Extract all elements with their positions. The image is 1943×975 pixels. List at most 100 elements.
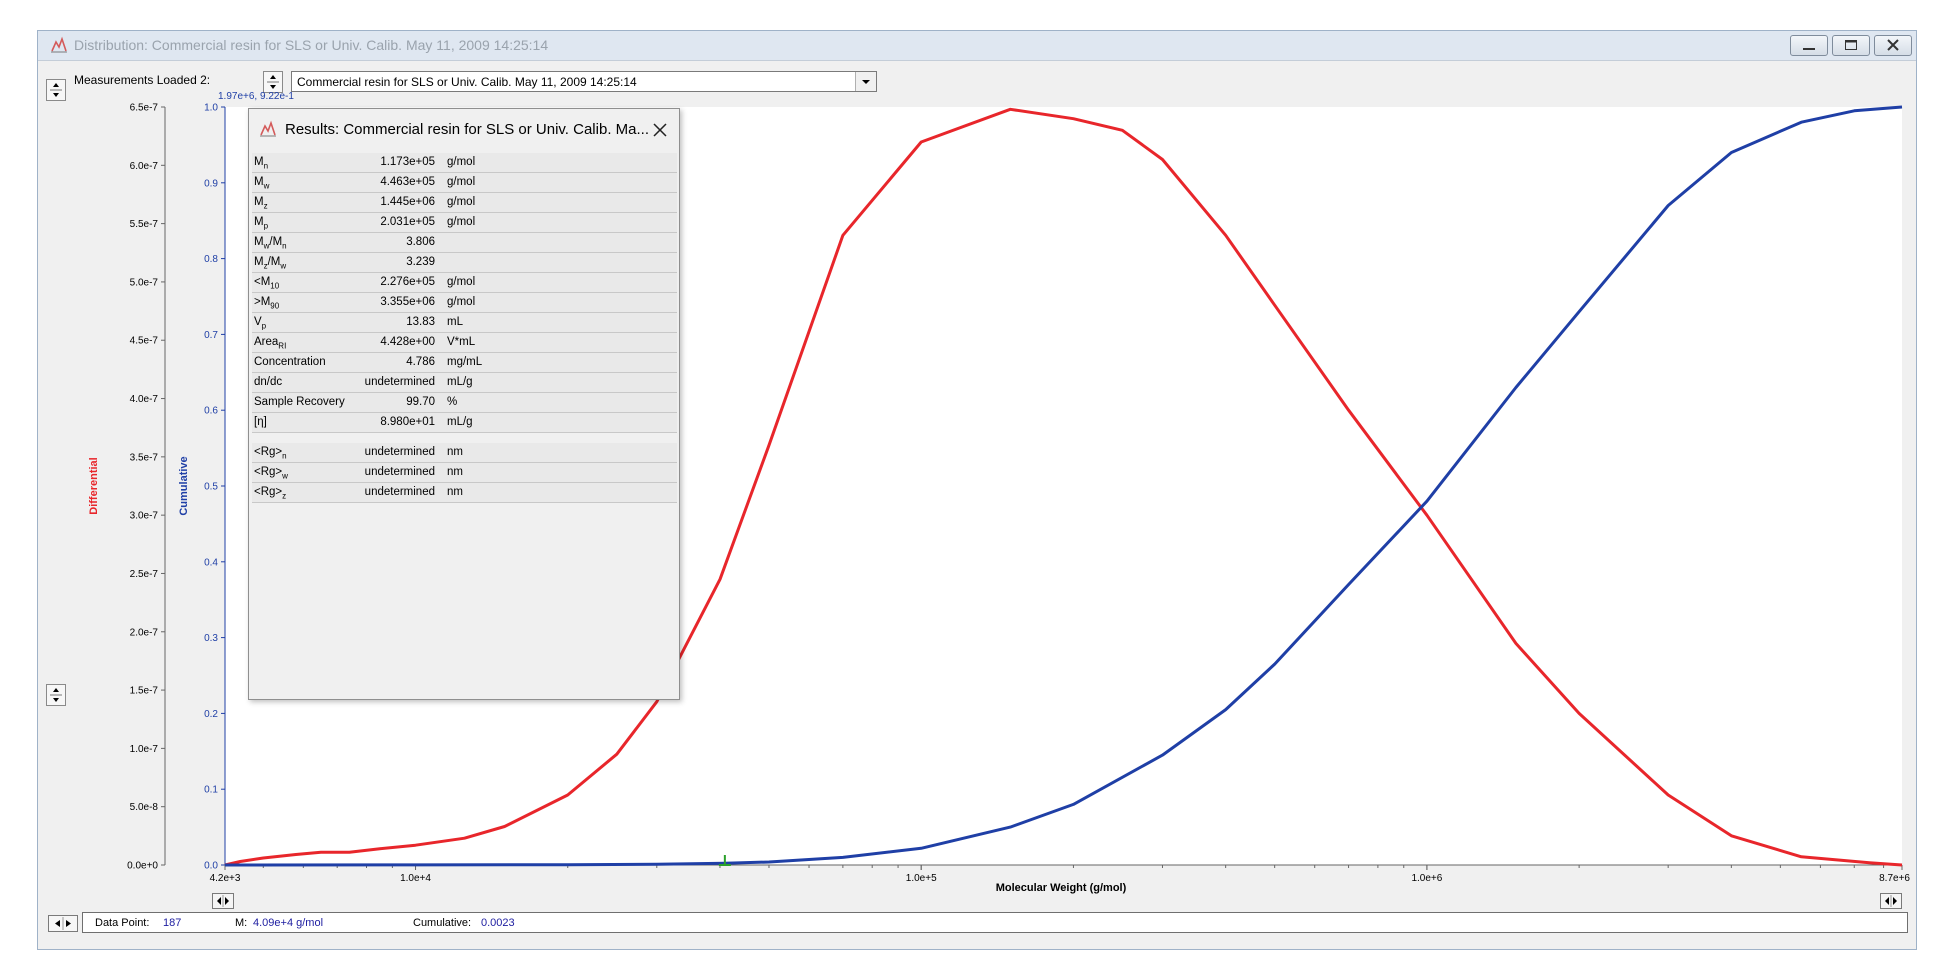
- x-tick-label: 1.0e+5: [906, 873, 937, 884]
- y-right-tick-label: 0.6: [204, 406, 218, 417]
- y-left-tick-label: 3.0e-7: [130, 511, 159, 522]
- results-row: dn/dc undetermined mL/g: [252, 373, 677, 393]
- result-value: 1.445e+06: [380, 196, 435, 208]
- result-unit: %: [447, 396, 458, 408]
- result-unit: mL: [447, 316, 463, 328]
- y-right-tick-label: 0.4: [204, 557, 218, 568]
- y-right-tick-label: 0.3: [204, 633, 218, 644]
- result-unit: mL/g: [447, 416, 473, 428]
- result-unit: nm: [447, 466, 463, 478]
- result-label: <Rg>w: [254, 466, 288, 481]
- y-left-tick-label: 6.5e-7: [130, 103, 159, 114]
- result-label: <Rg>z: [254, 486, 287, 501]
- m-label: M:: [235, 917, 248, 929]
- result-value: 3.355e+06: [380, 296, 435, 308]
- result-value: 4.463e+05: [380, 176, 435, 188]
- result-label: Vp: [254, 316, 267, 331]
- results-row: [η] 8.980e+01 mL/g: [252, 413, 677, 433]
- y-left-tick-label: 4.0e-7: [130, 394, 159, 405]
- result-label: Sample Recovery: [254, 396, 345, 408]
- results-row: Mw/Mn 3.806: [252, 233, 677, 253]
- result-unit: g/mol: [447, 276, 476, 288]
- y-left-tick-label: 0.0e+0: [127, 861, 158, 872]
- result-label: Mp: [254, 216, 269, 231]
- result-unit: g/mol: [447, 196, 476, 208]
- results-spacer: [252, 433, 677, 443]
- result-value: undetermined: [364, 486, 435, 498]
- left-right-arrows-icon: [217, 895, 229, 907]
- y-left-tick-label: 3.5e-7: [130, 452, 159, 463]
- results-table: Mn 1.173e+05 g/mol Mw 4.463e+05 g/mol Mz 1.445e…: [252, 153, 677, 503]
- result-label: dn/dc: [254, 376, 283, 388]
- result-label: Mz/Mw: [254, 256, 287, 271]
- result-label: Concentration: [254, 356, 326, 368]
- y-left-tick-label: 5.5e-7: [130, 219, 159, 230]
- results-header[interactable]: Results: Commercial resin for SLS or Uni…: [249, 109, 679, 149]
- x-scroll-right-arrows[interactable]: [1880, 893, 1902, 909]
- results-row: Mp 2.031e+05 g/mol: [252, 213, 677, 233]
- results-row: Sample Recovery 99.70%: [252, 393, 677, 413]
- cumulative-value: 0.0023: [481, 917, 515, 929]
- y-left-tick-label: 2.5e-7: [130, 569, 159, 580]
- results-row: AreaRI 4.428e+00 V*mL: [252, 333, 677, 353]
- results-row: <Rg>z undetermined nm: [252, 483, 677, 503]
- status-readout: Data Point: 187 M: 4.09e+4 g/mol Cumulat…: [82, 912, 1908, 933]
- y-left-tick-label: 1.0e-7: [130, 744, 159, 755]
- results-row: Mz 1.445e+06 g/mol: [252, 193, 677, 213]
- result-label: <Rg>n: [254, 446, 287, 461]
- result-unit: mL/g: [447, 376, 473, 388]
- cursor-readout: 1.97e+6, 9.22e-1: [218, 91, 294, 102]
- y-right-tick-label: 0.7: [204, 330, 218, 341]
- cumulative-label: Cumulative:: [413, 917, 472, 929]
- m-value: 4.09e+4 g/mol: [253, 917, 324, 929]
- result-value: 2.031e+05: [380, 216, 435, 228]
- result-unit: mg/mL: [447, 356, 483, 368]
- y-right-tick-label: 0.8: [204, 254, 218, 265]
- status-bar: Data Point: 187 M: 4.09e+4 g/mol Cumulat…: [48, 912, 1908, 934]
- results-row: Vp 13.83 mL: [252, 313, 677, 333]
- y-left-tick-label: 4.5e-7: [130, 336, 159, 347]
- y-left-tick-label: 5.0e-8: [130, 802, 159, 813]
- results-row: Mz/Mw 3.239: [252, 253, 677, 273]
- result-label: [η]: [254, 416, 267, 428]
- x-axis-label: Molecular Weight (g/mol): [996, 882, 1127, 894]
- y-left-tick-label: 1.5e-7: [130, 686, 159, 697]
- result-label: AreaRI: [254, 336, 287, 351]
- result-unit: V*mL: [447, 336, 476, 348]
- y-right-tick-label: 0.1: [204, 785, 218, 796]
- results-row: Mw 4.463e+05 g/mol: [252, 173, 677, 193]
- left-right-arrows-icon: [1885, 895, 1897, 907]
- y-right-tick-label: 0.2: [204, 709, 218, 720]
- result-value: undetermined: [364, 446, 435, 458]
- results-row: <Rg>n undetermined nm: [252, 443, 677, 463]
- y-left-tick-label: 6.0e-7: [130, 161, 159, 172]
- result-value: 4.786: [406, 356, 435, 368]
- results-row: <Rg>w undetermined nm: [252, 463, 677, 483]
- close-icon[interactable]: [649, 119, 671, 141]
- result-label: <M10: [254, 276, 280, 291]
- result-label: Mz: [254, 196, 268, 211]
- result-label: Mw: [254, 176, 270, 191]
- result-value: 3.806: [406, 236, 435, 248]
- data-point-nav[interactable]: [48, 915, 78, 932]
- result-value: undetermined: [364, 466, 435, 478]
- results-row: Mn 1.173e+05 g/mol: [252, 153, 677, 173]
- y-axis-label-differential: Differential: [88, 457, 100, 514]
- data-point-label: Data Point:: [95, 917, 150, 929]
- result-unit: g/mol: [447, 296, 476, 308]
- left-right-arrows-icon: [55, 917, 71, 930]
- y-right-tick-label: 0.5: [204, 482, 218, 493]
- result-unit: g/mol: [447, 176, 476, 188]
- result-value: 1.173e+05: [380, 156, 435, 168]
- result-unit: g/mol: [447, 216, 476, 228]
- y-left-tick-label: 2.0e-7: [130, 627, 159, 638]
- x-scroll-left-right[interactable]: [212, 893, 234, 909]
- results-panel[interactable]: Results: Commercial resin for SLS or Uni…: [248, 108, 680, 700]
- y-axis-label-cumulative: Cumulative: [178, 456, 190, 515]
- result-unit: nm: [447, 446, 463, 458]
- results-row: Concentration 4.786 mg/mL: [252, 353, 677, 373]
- y-left-tick-label: 5.0e-7: [130, 277, 159, 288]
- results-row: <M10 2.276e+05 g/mol: [252, 273, 677, 293]
- result-label: Mn: [254, 156, 269, 171]
- x-tick-label: 8.7e+6: [1879, 873, 1910, 884]
